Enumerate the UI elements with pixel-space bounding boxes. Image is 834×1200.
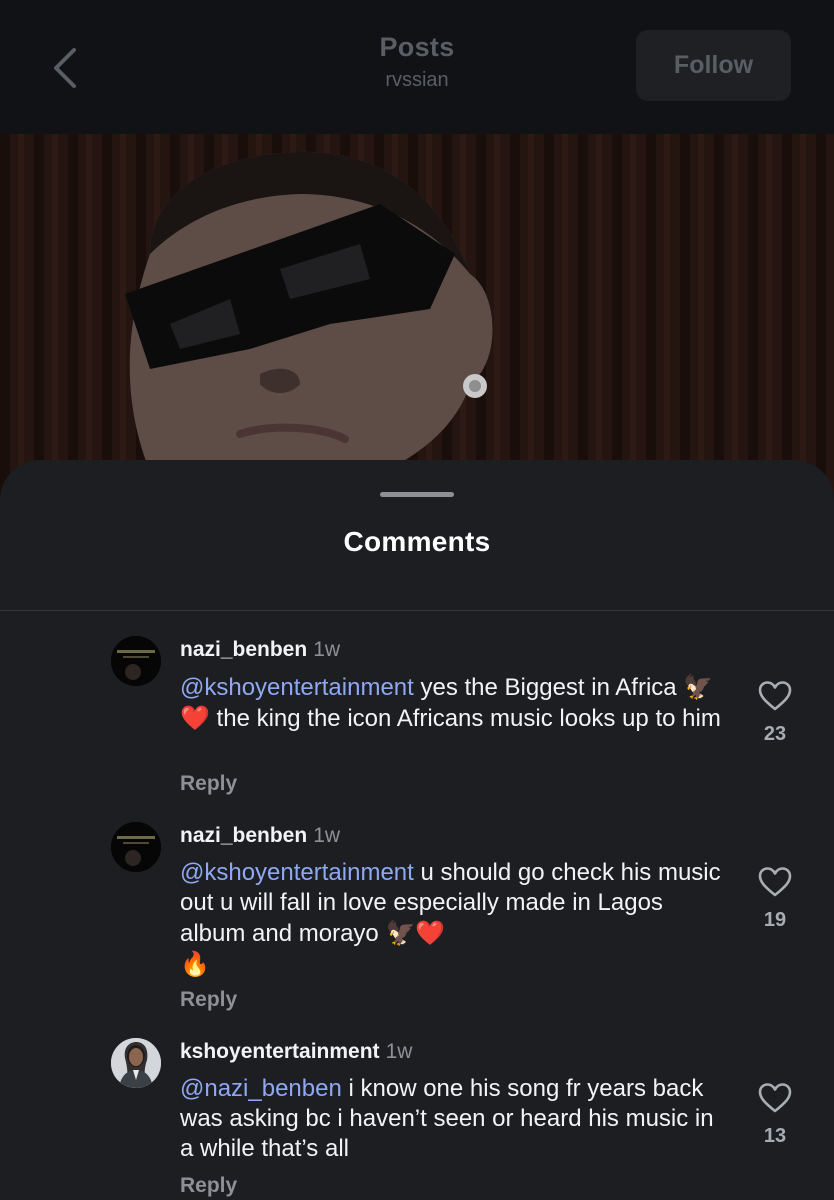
comment-mention[interactable]: @nazi_benben — [180, 1075, 342, 1102]
like-count: 23 — [763, 723, 787, 745]
comment-body-part: yes the Biggest in Africa — [413, 674, 684, 701]
comment-text: @kshoyentertainment yes the Biggest in A… — [180, 672, 725, 734]
reply-button[interactable]: Reply — [180, 1174, 237, 1198]
comment-emoji: 🦅❤️ — [385, 919, 446, 947]
post-photo-art — [0, 134, 834, 494]
heart-outline-icon — [758, 1083, 792, 1113]
avatar[interactable] — [111, 822, 161, 872]
comment-time: 1w — [385, 1040, 413, 1063]
comment-text: @nazi_benben i know one his song fr year… — [180, 1074, 725, 1164]
avatar-image — [111, 1038, 161, 1088]
comment-emoji: 🔥 — [180, 950, 210, 978]
comment-meta: nazi_benben 1w — [180, 638, 340, 662]
comment-username[interactable]: nazi_benben — [180, 638, 307, 661]
comment-item: kshoyentertainment 1w @nazi_benben i know… — [0, 1038, 834, 1200]
comment-text: @kshoyentertainment u should go check hi… — [180, 858, 725, 980]
avatar-image — [111, 636, 161, 686]
divider — [0, 610, 834, 611]
sheet-grabber[interactable] — [380, 492, 454, 497]
comments-title: Comments — [343, 526, 491, 557]
comment-mention[interactable]: @kshoyentertainment — [180, 674, 414, 701]
top-bar: Posts rvssian Follow — [0, 0, 834, 134]
like-control[interactable]: 19 — [752, 866, 798, 932]
like-count: 13 — [763, 1125, 787, 1147]
comment-time: 1w — [313, 824, 341, 847]
heart-outline-icon — [758, 681, 792, 711]
comment-time: 1w — [313, 638, 341, 661]
comment-item: nazi_benben 1w @kshoyentertainment yes th… — [0, 636, 834, 808]
comment-mention[interactable]: @kshoyentertainment — [180, 859, 414, 886]
heart-outline-icon — [758, 867, 792, 897]
comment-item: nazi_benben 1w @kshoyentertainment u shou… — [0, 822, 834, 1024]
follow-button[interactable]: Follow — [636, 30, 791, 101]
like-count: 19 — [763, 909, 787, 931]
reply-button[interactable]: Reply — [180, 988, 237, 1012]
comment-meta: nazi_benben 1w — [180, 824, 340, 848]
post-photo[interactable] — [0, 134, 834, 494]
comment-username[interactable]: nazi_benben — [180, 824, 307, 847]
comment-meta: kshoyentertainment 1w — [180, 1040, 412, 1064]
comment-username[interactable]: kshoyentertainment — [180, 1040, 380, 1063]
like-control[interactable]: 13 — [752, 1082, 798, 1148]
avatar-image — [111, 822, 161, 872]
avatar[interactable] — [111, 636, 161, 686]
comments-sheet: Comments nazi_benben 1w @kshoyentertainme… — [0, 460, 834, 1200]
avatar[interactable] — [111, 1038, 161, 1088]
reply-button[interactable]: Reply — [180, 772, 237, 796]
like-control[interactable]: 23 — [752, 680, 798, 746]
comment-body-part: the king the icon Africans music looks u… — [209, 705, 721, 732]
